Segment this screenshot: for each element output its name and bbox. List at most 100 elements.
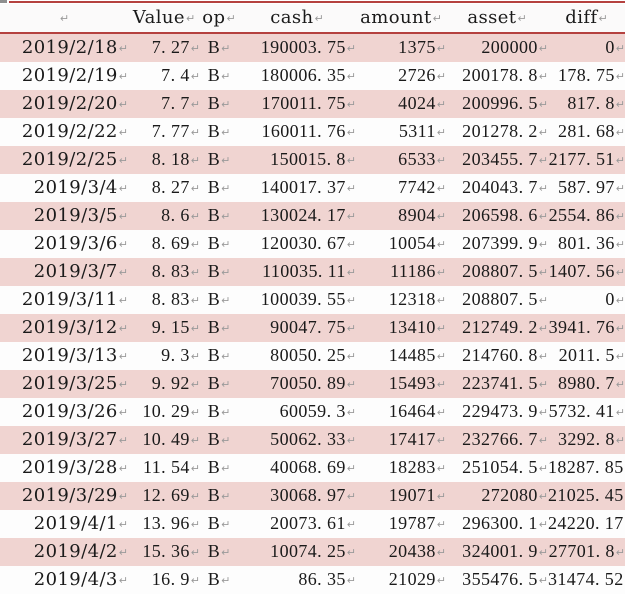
cell-value: 200996. 5 [462,93,538,113]
cell-op: B↵ [200,118,238,146]
cell-diff: 0↵ [548,33,625,62]
cell-cash: 190003. 75↵ [238,33,356,62]
paragraph-mark-icon: ↵ [190,490,200,503]
paragraph-mark-icon: ↵ [538,350,548,363]
paragraph-mark-icon: ↵ [598,12,608,25]
paragraph-mark-icon: ↵ [615,182,625,195]
cell-value: 15. 36↵ [128,538,200,566]
cell-asset: 223741. 5↵ [446,370,548,398]
cell-asset: 251054. 5↵ [446,454,548,482]
cell-value: 13410 [388,317,436,337]
paragraph-mark-icon: ↵ [221,518,231,531]
paragraph-mark-icon: ↵ [346,70,356,83]
cell-value: B [207,541,221,561]
paragraph-mark-icon: ↵ [436,378,446,391]
paragraph-mark-icon: ↵ [221,406,231,419]
paragraph-mark-icon: ↵ [615,266,625,279]
cell-value: 27701. 8 [548,541,615,561]
cell-value: 19787 [388,513,436,533]
cell-op: B↵ [200,174,238,202]
cell-value: 8. 6↵ [128,202,200,230]
cell-cash: 30068. 97↵ [238,482,356,510]
paragraph-mark-icon: ↵ [190,518,200,531]
cell-value: 200178. 8 [462,65,538,85]
paragraph-mark-icon: ↵ [221,126,231,139]
paragraph-mark-icon: ↵ [615,546,625,559]
paragraph-mark-icon: ↵ [221,98,231,111]
cell-amount: 1375↵ [356,33,446,62]
cell-asset: 200996. 5↵ [446,90,548,118]
cell-asset: 208807. 5↵ [446,258,548,286]
cell-value: 2554. 86 [548,205,615,225]
cell-date: 2019/3/29↵ [0,482,128,510]
paragraph-mark-icon: ↵ [436,462,446,475]
cell-value: 8. 6 [161,205,190,225]
cell-value: 70050. 89 [270,373,346,393]
column-header-label: cash [270,7,314,28]
cell-cash: 90047. 75↵ [238,314,356,342]
cell-asset: 208807. 5↵ [446,286,548,314]
column-header-label: diff [565,7,598,28]
cell-value: 86. 35 [298,569,346,589]
table-row: 2019/3/7↵ 8. 83↵ B↵ 110035. 11↵ 11186↵ 208807… [0,258,625,286]
paragraph-mark-icon: ↵ [346,126,356,139]
paragraph-mark-icon: ↵ [538,546,548,559]
paragraph-mark-icon: ↵ [615,294,625,307]
cell-value: 7. 77↵ [128,118,200,146]
cell-value: 2726 [398,65,436,85]
cell-asset: 214760. 8↵ [446,342,548,370]
cell-diff: 801. 36↵ [548,230,625,258]
cell-value: 2019/3/25 [21,373,118,394]
paragraph-mark-icon: ↵ [118,210,128,223]
cell-date: 2019/3/6↵ [0,230,128,258]
cell-cash: 120030. 67↵ [238,230,356,258]
cell-asset: 212749. 2↵ [446,314,548,342]
table-row: 2019/4/1↵ 13. 96↵ B↵ 20073. 61↵ 19787↵ 296300… [0,510,625,538]
cell-value: 223741. 5 [462,373,538,393]
cell-value: 1375 [398,37,436,57]
paragraph-mark-icon: ↵ [436,210,446,223]
paragraph-mark-icon: ↵ [538,406,548,419]
paragraph-mark-icon: ↵ [615,98,625,111]
paragraph-mark-icon: ↵ [221,490,231,503]
paragraph-mark-icon: ↵ [190,462,200,475]
paragraph-mark-icon: ↵ [538,322,548,335]
cell-asset: 232766. 7↵ [446,426,548,454]
cell-value: 10. 29 [142,401,190,421]
paragraph-mark-icon: ↵ [118,322,128,335]
column-header-date: ↵ [0,4,128,34]
cell-value: B [207,513,221,533]
table-row: 2019/3/28↵ 11. 54↵ B↵ 40068. 69↵ 18283↵ 25105… [0,454,625,482]
cell-date: 2019/2/25↵ [0,146,128,174]
paragraph-mark-icon: ↵ [538,462,548,475]
cell-asset: 206598. 6↵ [446,202,548,230]
cell-diff: 0↵ [548,286,625,314]
paragraph-mark-icon: ↵ [118,406,128,419]
cell-diff: 27701. 8↵ [548,538,625,566]
paragraph-mark-icon: ↵ [221,42,231,55]
cell-op: B↵ [200,370,238,398]
paragraph-mark-icon: ↵ [221,434,231,447]
paragraph-mark-icon: ↵ [118,518,128,531]
paragraph-mark-icon: ↵ [436,238,446,251]
paragraph-mark-icon: ↵ [221,350,231,363]
cell-amount: 15493↵ [356,370,446,398]
cell-value: 10. 29↵ [128,398,200,426]
paragraph-mark-icon: ↵ [190,574,200,587]
cell-op: B↵ [200,342,238,370]
paragraph-mark-icon: ↵ [346,574,356,587]
cell-cash: 140017. 37↵ [238,174,356,202]
paragraph-mark-icon: ↵ [221,70,231,83]
cell-date: 2019/3/5↵ [0,202,128,230]
cell-value: 160011. 76 [261,121,346,141]
cell-value: 208807. 5 [462,289,538,309]
cell-value: 3292. 8 [557,429,615,449]
cell-date: 2019/4/2↵ [0,538,128,566]
cell-asset: 272080↵ [446,482,548,510]
cell-value: B [207,317,221,337]
table-body: 2019/2/18↵ 7. 27↵ B↵ 190003. 75↵ 1375↵ 200000… [0,33,625,594]
header-row: ↵ Value↵ op↵ cash↵ amount↵ asset↵ diff↵ [0,4,625,34]
column-header-amount: amount↵ [356,4,446,34]
cell-diff: 281. 68↵ [548,118,625,146]
cell-value: 200000 [481,37,538,57]
